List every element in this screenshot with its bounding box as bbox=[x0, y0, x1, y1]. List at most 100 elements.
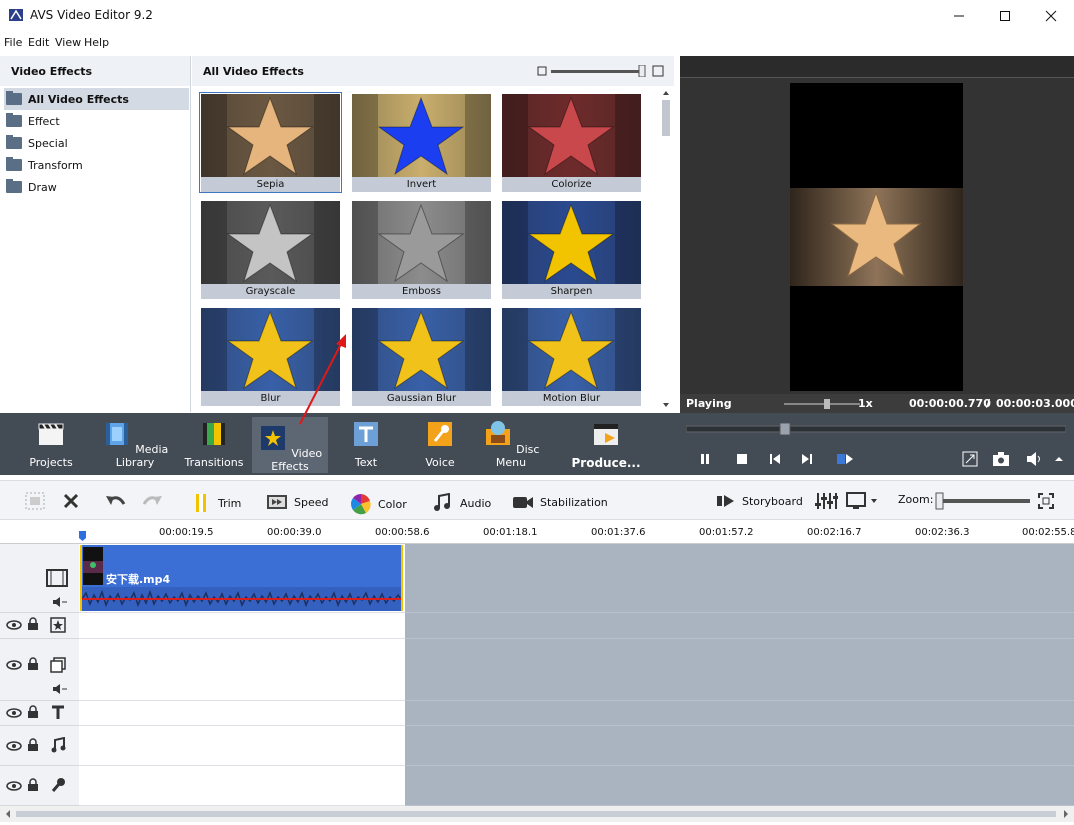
voice-button[interactable]: Voice bbox=[414, 419, 466, 471]
lock-icon[interactable] bbox=[27, 657, 39, 671]
media-library-button[interactable]: Media Library bbox=[98, 419, 172, 471]
grid-select-icon[interactable] bbox=[24, 491, 46, 511]
video-clip[interactable]: 安下载.mp4 bbox=[80, 545, 403, 611]
menu-view[interactable]: View bbox=[55, 36, 81, 49]
preview-video-frame[interactable] bbox=[790, 83, 963, 391]
fit-to-window-icon[interactable] bbox=[1038, 493, 1054, 509]
transitions-label: Transitions bbox=[184, 456, 244, 469]
tree-item-all-video-effects[interactable]: All Video Effects bbox=[4, 88, 189, 110]
disc-menu-button[interactable]: Disc Menu bbox=[482, 419, 540, 471]
annotation-arrow bbox=[299, 334, 346, 425]
music-track-header bbox=[0, 726, 79, 766]
effect-tile-motion-blur[interactable]: Motion Blur bbox=[500, 306, 643, 407]
previous-frame-button[interactable] bbox=[769, 453, 781, 465]
video-track-header bbox=[0, 544, 79, 613]
effect-label: Invert bbox=[352, 177, 491, 192]
projects-label: Projects bbox=[29, 456, 73, 469]
lock-icon[interactable] bbox=[27, 705, 39, 719]
menu-file[interactable]: File bbox=[4, 36, 22, 49]
timeline-ruler[interactable]: 00:00:19.5 00:00:39.0 00:00:58.6 00:01:1… bbox=[0, 520, 1074, 544]
redo-icon[interactable] bbox=[140, 492, 164, 510]
tree-item-label: Special bbox=[28, 136, 68, 150]
produce-label: Produce... bbox=[571, 456, 641, 470]
preview-frame-image bbox=[790, 188, 963, 286]
menu-help[interactable]: Help bbox=[84, 36, 109, 49]
stop-button[interactable] bbox=[736, 453, 748, 465]
eye-icon[interactable] bbox=[6, 780, 22, 792]
gallery-scrollbar[interactable] bbox=[660, 88, 672, 410]
chevron-up-icon[interactable] bbox=[1054, 456, 1064, 462]
zoom-label: Zoom: bbox=[898, 493, 934, 506]
mute-speaker-icon[interactable] bbox=[52, 683, 68, 695]
seek-bar[interactable] bbox=[686, 423, 1066, 435]
undo-icon[interactable] bbox=[104, 492, 128, 510]
close-button[interactable] bbox=[1028, 0, 1074, 32]
transitions-button[interactable]: Transitions bbox=[184, 419, 244, 471]
playback-speed: 1x bbox=[858, 397, 873, 410]
video-preview bbox=[680, 56, 1074, 412]
next-frame-button[interactable] bbox=[801, 453, 813, 465]
split-view-button[interactable] bbox=[835, 453, 855, 465]
fullscreen-icon[interactable] bbox=[962, 451, 978, 467]
zoom-slider[interactable] bbox=[934, 492, 1032, 510]
delete-icon[interactable] bbox=[62, 492, 80, 510]
tree-item-transform[interactable]: Transform bbox=[4, 154, 189, 176]
trim-button[interactable]: Trim bbox=[192, 493, 241, 513]
thumbnail-size-slider[interactable] bbox=[537, 65, 667, 77]
clip-thumbnail bbox=[83, 547, 103, 585]
eye-icon[interactable] bbox=[6, 659, 22, 671]
playback-speed-slider[interactable] bbox=[784, 399, 860, 409]
effect-tile-sepia[interactable]: Sepia bbox=[199, 92, 342, 193]
effect-tile-grayscale[interactable]: Grayscale bbox=[199, 199, 342, 300]
ruler-tick-label: 00:01:57.2 bbox=[699, 527, 754, 538]
playhead-marker[interactable] bbox=[78, 530, 88, 542]
effect-tile-gaussian-blur[interactable]: Gaussian Blur bbox=[350, 306, 493, 407]
menu-edit[interactable]: Edit bbox=[28, 36, 49, 49]
lock-icon[interactable] bbox=[27, 738, 39, 752]
effect-tile-colorize[interactable]: Colorize bbox=[500, 92, 643, 193]
eye-icon[interactable] bbox=[6, 740, 22, 752]
mute-speaker-icon[interactable] bbox=[52, 596, 68, 608]
tree-item-label: All Video Effects bbox=[28, 92, 129, 106]
storyboard-button[interactable]: Storyboard bbox=[716, 493, 803, 509]
effect-tile-emboss[interactable]: Emboss bbox=[350, 199, 493, 300]
timeline-horizontal-scrollbar[interactable] bbox=[0, 806, 1074, 822]
audio-mixer-icon[interactable] bbox=[814, 491, 838, 511]
time-separator: / bbox=[986, 397, 991, 410]
produce-button[interactable]: Produce... bbox=[570, 419, 642, 471]
eye-icon[interactable] bbox=[6, 619, 22, 631]
pause-button[interactable] bbox=[699, 453, 711, 465]
eye-icon[interactable] bbox=[6, 707, 22, 719]
playback-status: Playing bbox=[686, 397, 732, 410]
maximize-button[interactable] bbox=[982, 0, 1028, 32]
projects-button[interactable]: Projects bbox=[24, 419, 78, 471]
minimize-button[interactable] bbox=[936, 0, 982, 32]
disc-menu-icon bbox=[485, 421, 510, 445]
speed-button[interactable]: Speed bbox=[266, 493, 328, 511]
transitions-icon bbox=[203, 423, 225, 445]
audio-button[interactable]: Audio bbox=[432, 493, 491, 513]
stabilization-button[interactable]: Stabilization bbox=[512, 493, 608, 511]
lock-icon[interactable] bbox=[27, 617, 39, 631]
app-icon bbox=[9, 9, 23, 21]
color-button[interactable]: Color bbox=[350, 493, 407, 515]
snapshot-camera-icon[interactable] bbox=[992, 451, 1010, 467]
effect-tile-invert[interactable]: Invert bbox=[350, 92, 493, 193]
folder-icon bbox=[6, 157, 22, 171]
display-mode-dropdown[interactable] bbox=[846, 491, 880, 511]
volume-icon[interactable] bbox=[1026, 451, 1044, 467]
tree-item-special[interactable]: Special bbox=[4, 132, 189, 154]
tree-item-label: Transform bbox=[28, 158, 83, 172]
tree-item-effect[interactable]: Effect bbox=[4, 110, 189, 132]
effect-label: Motion Blur bbox=[502, 391, 641, 406]
lock-icon[interactable] bbox=[27, 778, 39, 792]
timeline-edit-toolbar: Trim Speed Color Audio Stabilization Sto… bbox=[0, 480, 1074, 520]
voice-track-header bbox=[0, 766, 79, 806]
tree-item-draw[interactable]: Draw bbox=[4, 176, 189, 198]
effect-label: Grayscale bbox=[201, 284, 340, 299]
effect-tile-sharpen[interactable]: Sharpen bbox=[500, 199, 643, 300]
effect-thumbnail bbox=[201, 94, 340, 178]
effect-label: Sepia bbox=[201, 177, 340, 192]
playback-status-bar: Playing 1x 00:00:00.770 / 00:00:03.000 bbox=[680, 394, 1074, 414]
ruler-tick-label: 00:00:19.5 bbox=[159, 527, 214, 538]
